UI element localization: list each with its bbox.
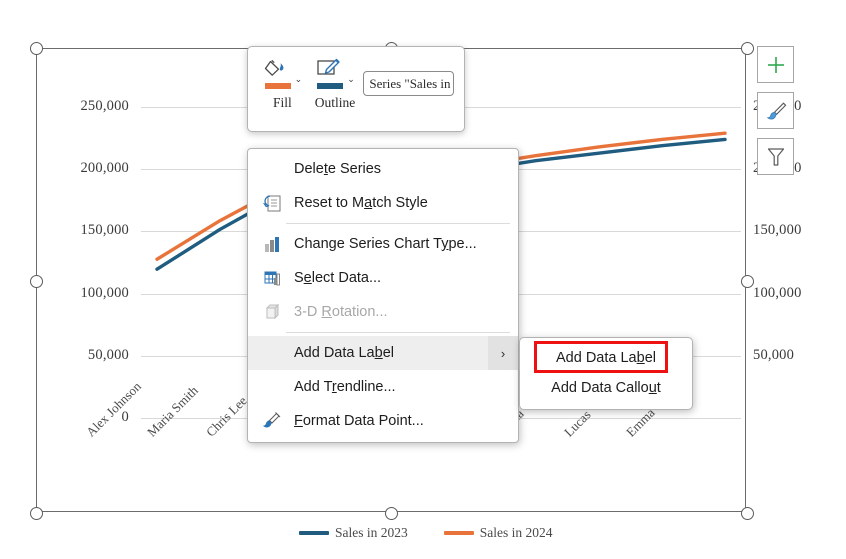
menu-item-add-data-label[interactable]: Add Data Label › — [248, 336, 518, 370]
menu-label-3d-rotation: 3-D Rotation... — [294, 304, 388, 320]
menu-item-format-data-point[interactable]: Format Data Point... — [248, 404, 518, 438]
fill-label: Fill — [272, 95, 292, 110]
legend-label-series-1: Sales in 2023 — [335, 525, 408, 540]
chart-side-buttons — [757, 46, 794, 175]
context-menu[interactable]: Delete Series Reset to Match Style Chang… — [247, 148, 519, 443]
menu-item-change-series-chart-type[interactable]: Change Series Chart Type... — [248, 227, 518, 261]
fill-bucket-icon — [263, 57, 293, 91]
reset-style-icon — [258, 191, 286, 215]
fill-color-indicator — [264, 83, 291, 89]
menu-item-3d-rotation: 3-D Rotation... — [248, 295, 518, 329]
y-axis-tick-right-50000: 50,000 — [753, 347, 795, 363]
y-axis-tick-right-150000: 150,000 — [753, 222, 802, 238]
legend-swatch-series-1 — [299, 531, 329, 535]
outline-color-indicator — [317, 83, 344, 89]
submenu-item-add-data-callout[interactable]: Add Data Callout — [520, 373, 692, 403]
fill-dropdown-caret[interactable]: ⌄ — [295, 74, 303, 84]
submenu-arrow-icon[interactable]: › — [488, 336, 518, 370]
outline-tool[interactable]: ⌄ Outline — [311, 54, 360, 131]
series-select-dropdown[interactable]: Series "Sales in ⌄ — [363, 71, 455, 96]
resize-handle-top-left[interactable] — [30, 42, 43, 55]
y-axis-tick-left-250000: 250,000 — [80, 98, 129, 114]
resize-handle-top-right[interactable] — [741, 42, 754, 55]
format-brush-icon — [258, 409, 286, 433]
resize-handle-bottom-right[interactable] — [741, 507, 754, 520]
screenshot-root: 250,000 200,000 150,000 100,000 50,000 0… — [0, 0, 846, 559]
series-select-value: Series "Sales in — [369, 75, 451, 91]
plus-icon — [767, 56, 784, 73]
mini-toolbar[interactable]: ⌄ Fill ⌄ Outline Series "Sales in ⌄ — [247, 46, 465, 132]
legend-swatch-series-2 — [443, 531, 474, 535]
resize-handle-bottom-center[interactable] — [385, 507, 398, 520]
no-icon — [258, 341, 286, 365]
no-icon — [258, 157, 286, 181]
menu-label-delete-series: Delete Series — [294, 161, 382, 177]
menu-label-format-data-point: Format Data Point... — [294, 413, 424, 429]
cube-icon — [258, 300, 286, 324]
outline-pen-icon — [315, 57, 345, 91]
y-axis-tick-left-50000: 50,000 — [87, 347, 129, 363]
bar-chart-icon — [258, 232, 286, 256]
menu-label-reset-to-match-style: Reset to Match Style — [294, 195, 428, 211]
y-axis-tick-left-200000: 200,000 — [80, 160, 129, 176]
paintbrush-icon — [766, 101, 786, 119]
chart-legend[interactable]: Sales in 2023 Sales in 2024 — [299, 525, 553, 541]
legend-item-0[interactable]: Sales in 2023 — [299, 525, 408, 541]
menu-label-change-series-chart-type: Change Series Chart Type... — [294, 236, 477, 252]
resize-handle-bottom-left[interactable] — [30, 507, 43, 520]
chart-elements-button[interactable] — [757, 46, 794, 83]
chart-styles-button[interactable] — [757, 92, 794, 129]
no-icon — [258, 375, 286, 399]
x-axis-label-0: Alex Johnson — [83, 378, 144, 440]
outline-dropdown-caret[interactable]: ⌄ — [347, 74, 355, 84]
resize-handle-middle-left[interactable] — [30, 275, 43, 288]
chart-filters-button[interactable] — [757, 138, 794, 175]
chevron-down-icon: ⌄ — [454, 78, 455, 89]
select-data-icon — [258, 266, 286, 290]
y-axis-tick-left-100000: 100,000 — [80, 285, 129, 301]
add-data-label-submenu[interactable]: Add Data Label Add Data Callout — [519, 337, 693, 410]
submenu-item-add-data-label[interactable]: Add Data Label — [520, 343, 692, 373]
menu-item-delete-series[interactable]: Delete Series — [248, 152, 518, 186]
legend-label-series-2: Sales in 2024 — [479, 525, 553, 540]
menu-label-select-data: Select Data... — [294, 270, 382, 286]
funnel-icon — [767, 147, 784, 166]
y-axis-tick-right-100000: 100,000 — [753, 285, 802, 301]
outline-label: Outline — [314, 95, 356, 110]
menu-label-add-trendline: Add Trendline... — [294, 379, 396, 395]
menu-item-add-trendline[interactable]: Add Trendline... — [248, 370, 518, 404]
menu-separator-1 — [286, 223, 510, 224]
fill-tool[interactable]: ⌄ Fill — [258, 54, 307, 131]
menu-item-select-data[interactable]: Select Data... — [248, 261, 518, 295]
menu-label-add-data-label: Add Data Label — [294, 345, 394, 361]
submenu-label-add-data-callout: Add Data Callout — [551, 380, 661, 396]
resize-handle-middle-right[interactable] — [741, 275, 754, 288]
submenu-label-add-data-label: Add Data Label — [556, 350, 656, 366]
menu-item-reset-to-match-style[interactable]: Reset to Match Style — [248, 186, 518, 220]
legend-item-1[interactable]: Sales in 2024 — [443, 525, 553, 541]
menu-separator-2 — [286, 332, 510, 333]
y-axis-tick-left-150000: 150,000 — [80, 222, 129, 238]
